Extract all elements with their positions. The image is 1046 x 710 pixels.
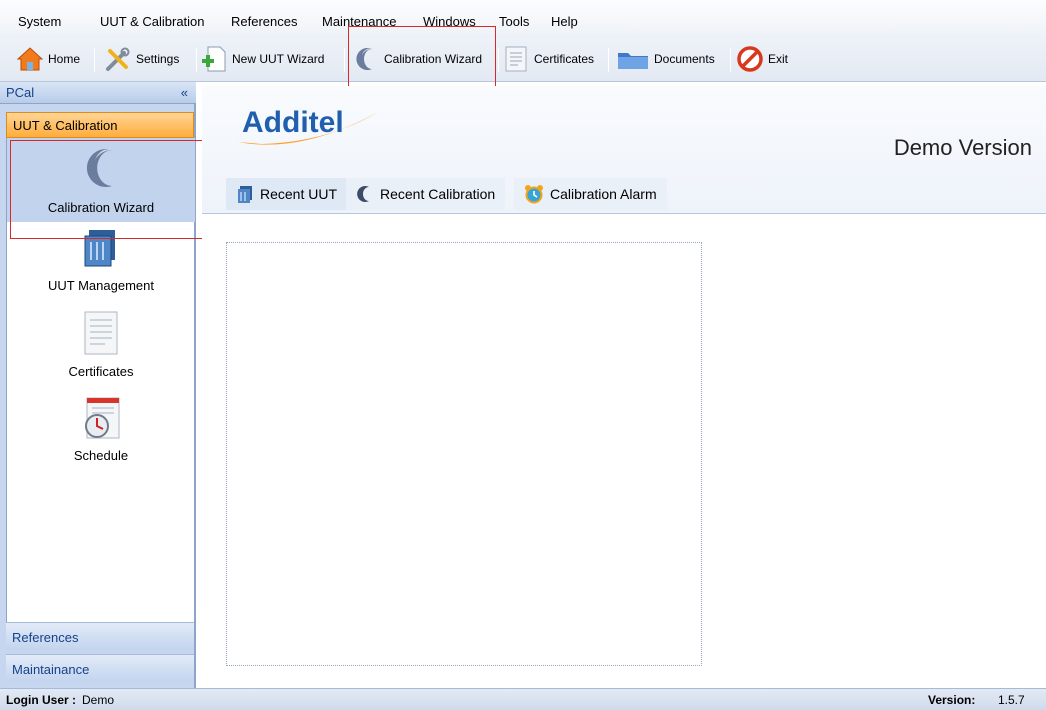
menu-system[interactable]: System	[18, 14, 61, 29]
toolbar-divider	[730, 48, 731, 72]
login-user-label: Login User :	[6, 693, 77, 707]
home-button[interactable]: Home	[16, 42, 80, 76]
sidebar-item-label: Certificates	[68, 364, 134, 379]
sidebar-item-label: Schedule	[73, 448, 129, 463]
version-label: Version:	[928, 693, 976, 707]
sidebar-header: PCal «	[0, 82, 196, 104]
calibration-wizard-icon	[86, 149, 112, 187]
menu-help[interactable]: Help	[551, 14, 578, 29]
additel-logo: Additel	[238, 106, 378, 145]
menu-maintenance[interactable]: Maintenance	[322, 14, 396, 29]
tab-recent-uut[interactable]: Recent UUT	[226, 178, 348, 210]
toolbar-divider	[498, 48, 499, 72]
toolbar-divider	[608, 48, 609, 72]
calibration-wizard-button[interactable]: Calibration Wizard	[352, 42, 482, 76]
settings-label: Settings	[136, 52, 180, 66]
new-uut-wizard-button[interactable]: New UUT Wizard	[200, 42, 324, 76]
tab-label: Recent UUT	[260, 186, 338, 202]
recent-uut-content-area	[226, 242, 702, 666]
collapse-icon[interactable]: «	[181, 85, 188, 100]
menu-uut-calibration[interactable]: UUT & Calibration	[100, 14, 205, 29]
tab-recent-calibration[interactable]: Recent Calibration	[346, 178, 506, 210]
tab-calibration-alarm[interactable]: Calibration Alarm	[514, 178, 667, 210]
certificates-label: Certificates	[534, 52, 595, 66]
demo-version-label: Demo Version	[893, 135, 1032, 160]
sidebar-section-uut-calibration[interactable]: UUT & Calibration	[6, 112, 194, 138]
version-value: 1.5.7	[998, 693, 1025, 707]
menu-windows[interactable]: Windows	[423, 14, 476, 29]
app-header: System UUT & Calibration References Main…	[0, 0, 1046, 82]
sidebar-item-label: Calibration Wizard	[47, 200, 155, 215]
exit-button[interactable]: Exit	[736, 42, 788, 76]
logo-text: Additel	[242, 106, 344, 139]
certificates-button[interactable]: Certificates	[502, 42, 594, 76]
calibration-tab-icon	[357, 186, 369, 202]
sidebar-item-schedule[interactable]: Schedule	[7, 396, 195, 476]
sidebar-section-maintainance[interactable]: Maintainance	[6, 654, 194, 682]
home-label: Home	[48, 52, 81, 66]
toolbar: Home Settings New UUT Wizard Calibration…	[0, 40, 1046, 80]
documents-label: Documents	[654, 52, 715, 66]
uut-tab-icon	[238, 186, 252, 203]
calibration-wizard-icon	[356, 48, 372, 70]
tab-label: Calibration Alarm	[550, 186, 657, 202]
settings-button[interactable]: Settings	[104, 42, 179, 76]
tab-label: Recent Calibration	[380, 186, 496, 202]
navigation-sidebar: PCal « UUT & Calibration Calibration Wiz…	[0, 82, 196, 688]
main-header: Additel Demo Version Recent UUT Recent C…	[202, 86, 1046, 214]
menu-tools[interactable]: Tools	[499, 14, 529, 29]
sidebar-item-certificates[interactable]: Certificates	[7, 310, 195, 390]
toolbar-divider	[94, 48, 95, 72]
sidebar-item-list: Calibration Wizard UUT Management Certif…	[6, 138, 195, 622]
status-bar: Login User : Demo Version: 1.5.7	[0, 688, 1046, 710]
settings-tools-icon	[106, 47, 130, 71]
uut-management-icon	[84, 230, 115, 267]
calibration-wizard-label: Calibration Wizard	[384, 52, 483, 66]
home-icon	[16, 47, 44, 71]
sidebar-section-references[interactable]: References	[6, 622, 194, 650]
new-document-icon	[202, 46, 226, 72]
sidebar-item-label: UUT Management	[48, 278, 154, 293]
toolbar-divider	[196, 48, 197, 72]
documents-button[interactable]: Documents	[616, 42, 715, 76]
alarm-clock-icon	[525, 185, 543, 204]
menu-references[interactable]: References	[231, 14, 297, 29]
folder-icon	[618, 53, 648, 69]
sidebar-title: PCal	[6, 85, 35, 100]
toolbar-divider	[344, 48, 345, 72]
certificate-document-icon	[505, 46, 527, 72]
main-panel: Additel Demo Version Recent UUT Recent C…	[202, 86, 1046, 684]
exit-icon	[737, 46, 763, 72]
exit-label: Exit	[768, 52, 789, 66]
schedule-icon	[85, 397, 120, 439]
sidebar-item-calibration-wizard[interactable]: Calibration Wizard	[7, 138, 195, 222]
new-uut-wizard-label: New UUT Wizard	[232, 52, 325, 66]
login-user-value: Demo	[82, 693, 115, 707]
certificates-icon	[84, 311, 118, 355]
sidebar-item-uut-management[interactable]: UUT Management	[7, 228, 195, 308]
